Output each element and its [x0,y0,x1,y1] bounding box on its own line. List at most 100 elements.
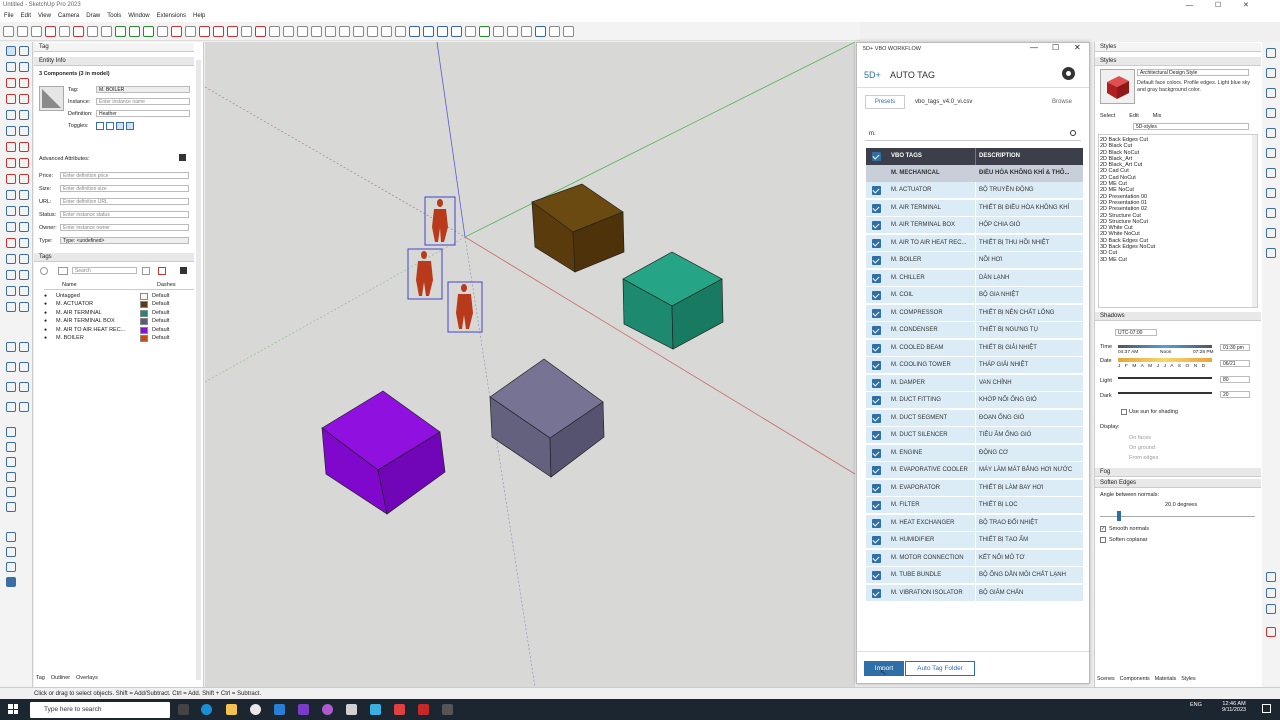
tag-dash[interactable]: Default [152,318,169,324]
polygon-icon[interactable] [19,126,29,136]
follow-me-icon[interactable] [19,158,29,168]
zoom-extents-icon[interactable] [451,25,462,37]
move-icon[interactable] [6,142,16,152]
arc-icon[interactable] [6,94,16,104]
offset-icon[interactable] [19,174,29,184]
status-field[interactable]: Enter instance status [60,211,189,218]
style-collection-select[interactable]: 5D-styles [1133,123,1249,130]
size-field[interactable]: Enter definition size [60,185,189,192]
sketchup-taskbar-icon[interactable] [346,704,357,715]
protractor-icon[interactable] [6,206,16,216]
tab-select[interactable]: Select [1100,113,1115,119]
bag-icon[interactable] [185,25,196,37]
tag-checkbox[interactable] [872,238,881,248]
rt-tool-7-icon[interactable] [1266,168,1276,178]
tag-color-swatch[interactable] [140,326,148,334]
soften-edges-header[interactable]: Soften Edges [1095,479,1261,488]
tab-scenes[interactable]: Scenes [1097,676,1115,682]
toggle-shadow-receive-icon[interactable] [116,122,124,130]
freehand-icon[interactable] [19,78,29,88]
rt-tool-15-icon[interactable] [1266,627,1276,637]
orbit-tool-icon[interactable] [19,238,29,248]
taskbar-search-box[interactable]: Type here to search [30,702,170,718]
section-plane-tool-icon[interactable] [19,302,29,312]
orbit-icon[interactable] [409,25,420,37]
tag-search-field[interactable]: m. [865,127,1081,141]
edge-icon[interactable] [201,704,212,715]
vbo-tag-row[interactable]: M. HUMIDIFIER THIẾT BỊ TẠO ẨM [866,532,1083,549]
rt-tool-1-icon[interactable] [1266,48,1276,58]
select-all-checkbox[interactable] [872,152,881,161]
undo-icon[interactable] [255,25,266,37]
minimize-icon[interactable]: — [1186,0,1193,11]
definition-field[interactable]: Heather [96,110,190,117]
tab-tag[interactable]: Tag [36,675,45,681]
vbo-tag-row[interactable]: M. EVAPORATOR THIẾT BỊ LÀM BAY HƠI [866,479,1083,497]
vbo-tag-row[interactable]: M. AIR TERMINAL THIẾT BỊ ĐIỀU HÒA KHÔNG K… [866,199,1083,217]
vbo-tag-row[interactable]: M. DUCT SILENCER TIÊU ÂM ỐNG GIÓ [866,427,1083,444]
tag-checkbox[interactable] [872,413,881,423]
delete-tag-icon[interactable] [158,267,166,275]
tag-checkbox[interactable] [872,326,881,335]
price-field[interactable]: Enter definition price [60,172,189,179]
tag-dash[interactable]: Default [152,293,169,299]
scale-icon[interactable] [6,174,16,184]
add-tag-icon[interactable] [40,267,48,275]
arrows-right-icon[interactable] [283,25,294,37]
vbo-tag-row[interactable]: M. DAMPER VAN CHỈNH [866,374,1083,392]
tag-checkbox[interactable] [872,536,881,545]
zoom-window-icon[interactable] [6,270,16,280]
rt-tool-3-icon[interactable] [1266,88,1276,98]
walk-icon[interactable] [19,286,29,296]
tag-row[interactable]: ● M. BOILER Default [40,335,190,343]
visibility-eye-icon[interactable]: ● [44,335,47,341]
tag-dash[interactable]: Default [152,301,169,307]
tag-checkbox[interactable] [872,378,881,388]
menu-camera[interactable]: Camera [58,11,79,22]
grid-icon[interactable] [339,25,350,37]
tag-color-swatch[interactable] [140,293,148,300]
vbo-tag-row[interactable]: M. COMPRESSOR THIẾT BỊ NÉN CHẤT LỎNG [866,304,1083,322]
menu-window[interactable]: Window [128,11,149,22]
camera-icon[interactable] [171,25,182,37]
tab-styles[interactable]: Styles [1181,676,1195,682]
target-icon[interactable] [6,532,16,542]
tag-tool-icon[interactable] [521,25,532,37]
align-icon[interactable] [325,25,336,37]
tag-row[interactable]: ● Untagged Default [40,293,190,301]
tag-checkbox[interactable] [872,203,881,213]
instance-field[interactable]: Enter instance name [96,98,190,105]
tag-checkbox[interactable] [872,396,881,405]
close-icon[interactable]: ✕ [1243,0,1249,11]
menu-help[interactable]: Help [193,11,205,22]
notification-icon[interactable] [1262,704,1271,713]
vbo-tag-row[interactable]: M. EVAPORATIVE COOLER MÁY LÀM MÁT BẰNG HƠ… [866,462,1083,479]
tape-measure-icon[interactable] [6,190,16,200]
style-list-item[interactable]: 3D ME Cut [1100,257,1155,263]
light-field[interactable]: 80 [1220,376,1250,383]
tag-color-swatch[interactable] [140,318,148,326]
layer-icon[interactable] [157,25,168,37]
smooth-normals-checkbox[interactable]: ✓ [1100,526,1106,532]
browse-button[interactable]: Browse [1052,99,1072,105]
timezone-select[interactable]: UTC-07:00 [1115,329,1157,336]
clock[interactable]: 12:46 AM 9/11/2023 [1222,701,1246,713]
tag-checkbox[interactable] [872,466,881,475]
axes-icon[interactable] [6,222,16,232]
tags-menu-icon[interactable] [180,267,187,274]
rotate-icon[interactable] [6,158,16,168]
tab-edit[interactable]: Edit [1129,113,1138,119]
zoom-tool-icon[interactable] [19,254,29,264]
stamp-icon[interactable] [6,362,16,372]
visibility-eye-icon[interactable]: ● [44,318,47,324]
soften-coplanar-checkbox[interactable] [1100,537,1106,543]
rt-tool-14-icon[interactable] [1266,604,1276,614]
tag-checkbox[interactable] [872,553,881,563]
visibility-eye-icon[interactable]: ● [44,293,47,299]
dark-square-icon[interactable] [395,25,406,37]
app-purple-icon[interactable] [298,704,309,715]
rt-tool-8-icon[interactable] [1266,188,1276,198]
owner-field[interactable]: Enter instance owner [60,224,189,231]
styles-header[interactable]: Styles [1095,57,1261,66]
rt-tool-2-icon[interactable] [1266,68,1276,78]
